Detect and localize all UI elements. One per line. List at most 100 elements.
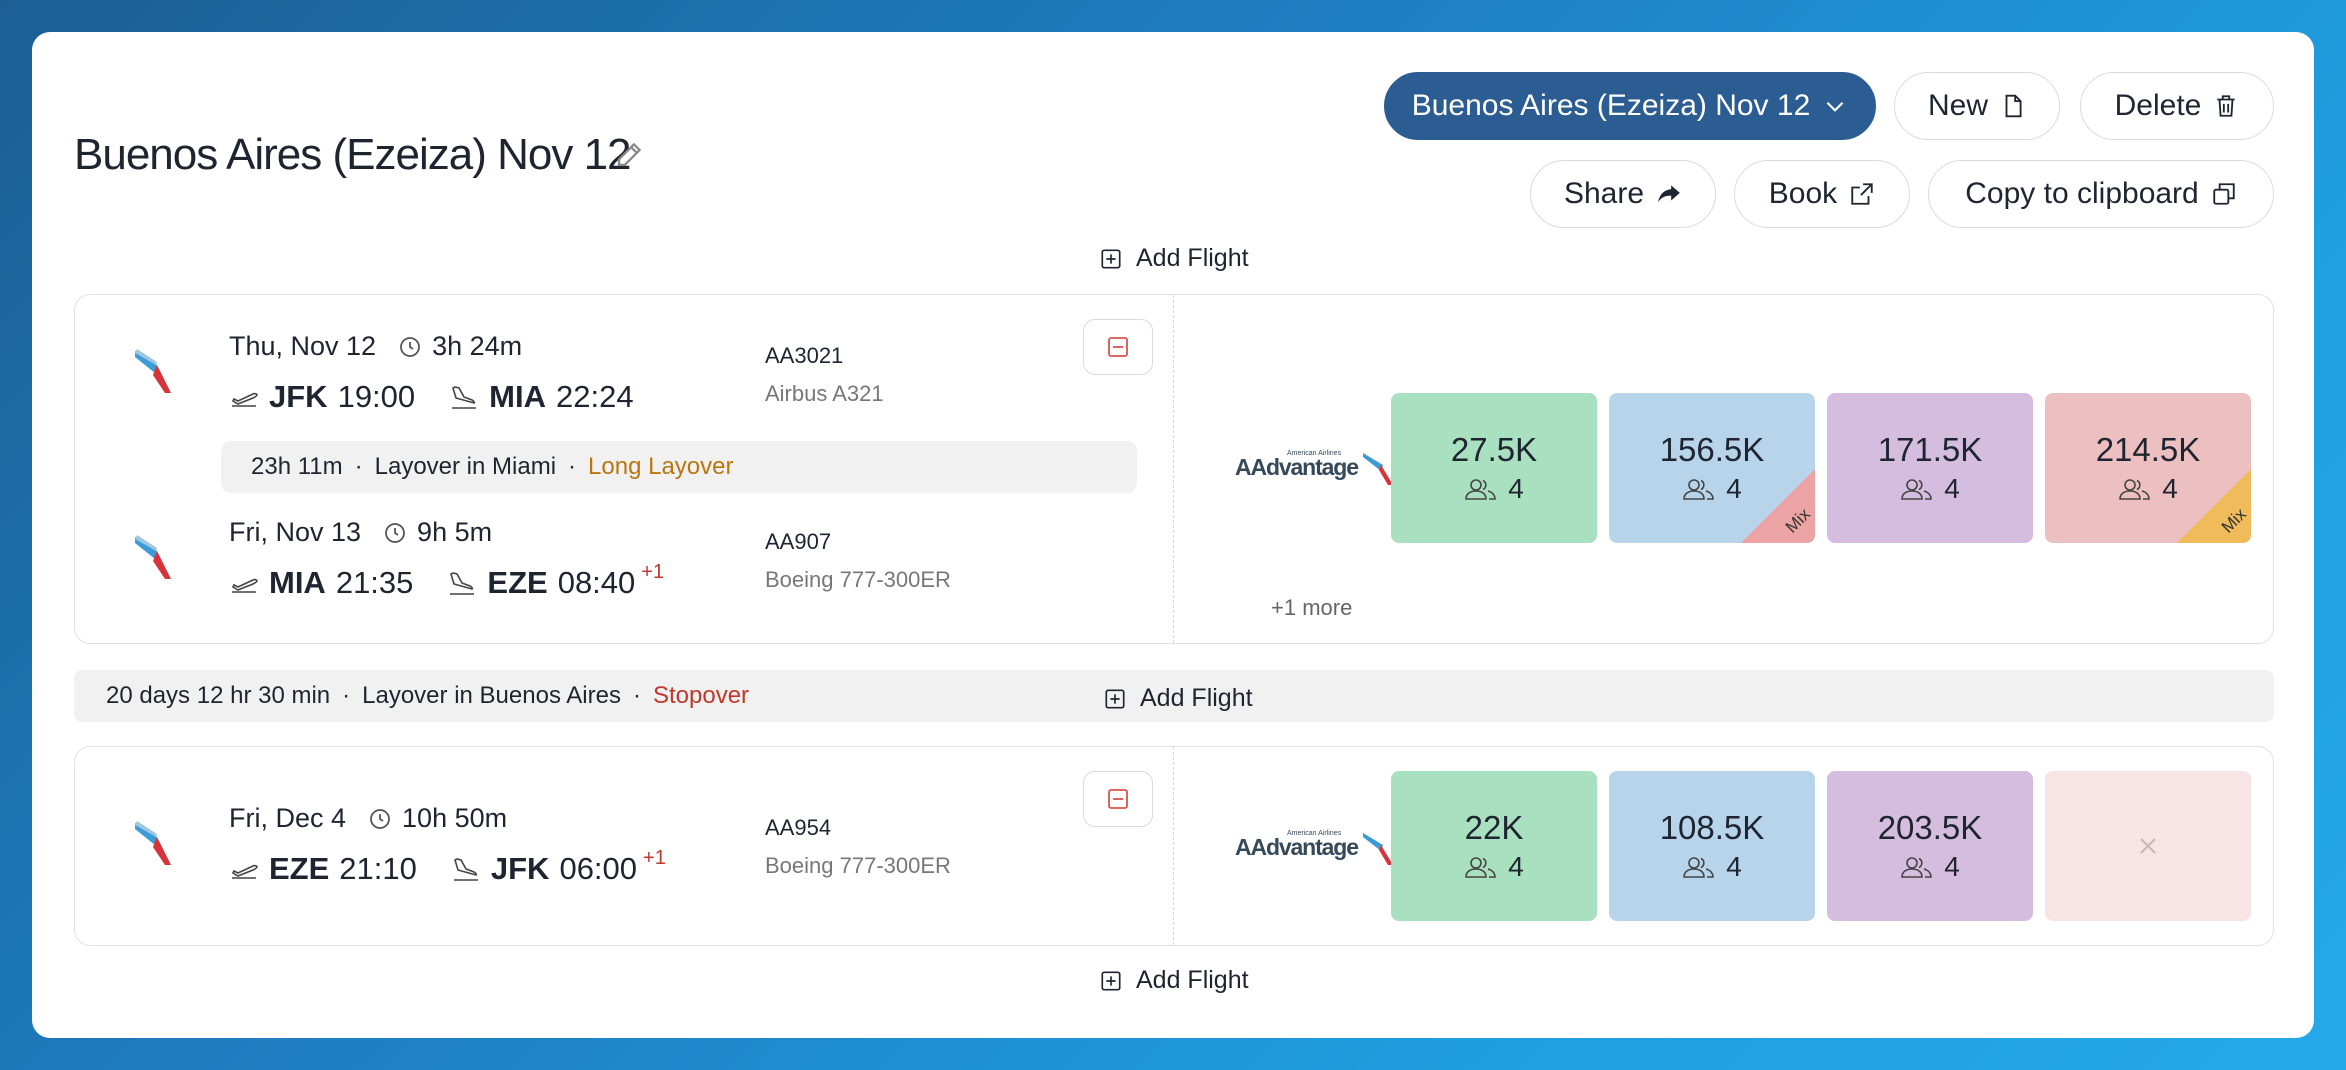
flight-segment-return: Fri, Dec 4 10h 50m EZE 21:10 JFK 06:00 +… (74, 746, 2274, 946)
separator-dot: · (568, 453, 577, 480)
arrival-time: 22:24 (555, 379, 634, 414)
people-icon (1465, 857, 1497, 878)
minus-square-icon (1108, 789, 1128, 809)
award-tile[interactable]: 22K 4 (1391, 771, 1597, 921)
leg-duration: 10h 50m (368, 803, 507, 834)
award-tile[interactable]: 156.5K 4 Mix (1609, 393, 1815, 543)
seat-count: 4 (1944, 851, 1960, 882)
aircraft-type: Boeing 777-300ER (765, 567, 951, 592)
leg-1-date-row: Thu, Nov 12 3h 24m (229, 331, 522, 362)
destination-code: EZE (487, 565, 548, 600)
origin-code: EZE (269, 851, 330, 886)
separator-dot: · (354, 453, 363, 480)
award-seats: 4 (1900, 851, 1960, 883)
award-tile[interactable]: 108.5K 4 (1609, 771, 1815, 921)
people-icon (1683, 857, 1715, 878)
leg-date-row: Fri, Dec 4 10h 50m (229, 803, 507, 834)
departure-time: 21:10 (339, 851, 417, 886)
new-button[interactable]: New (1894, 72, 2060, 140)
flight-segment-outbound: Thu, Nov 12 3h 24m JFK 19:00 MIA 22:24 A… (74, 294, 2274, 644)
trip-card: Buenos Aires (Ezeiza) Nov 12 Buenos Aire… (32, 32, 2314, 1038)
leg-date: Thu, Nov 12 (229, 331, 377, 361)
segment-divider (1173, 295, 1174, 643)
origin-code: MIA (269, 565, 326, 600)
flight-number: AA3021 (765, 343, 844, 368)
trash-icon (2217, 95, 2236, 117)
book-button-label: Book (1768, 177, 1838, 210)
stopover-place: Layover in Buenos Aires (362, 682, 621, 709)
landing-icon (453, 858, 478, 881)
remove-segment-button[interactable] (1083, 319, 1153, 375)
seat-count: 4 (2162, 473, 2178, 504)
award-tile[interactable]: 171.5K 4 (1827, 393, 2033, 543)
award-points: 108.5K (1659, 809, 1765, 846)
destination-code: JFK (490, 851, 550, 886)
award-seats: 4 (1464, 851, 1524, 883)
award-tile[interactable]: 27.5K 4 (1391, 393, 1597, 543)
share-button-label: Share (1563, 177, 1645, 210)
award-points: 22K (1464, 809, 1524, 846)
separator-dot: · (342, 682, 351, 709)
takeoff-icon (231, 864, 258, 879)
airline-logo-icon (135, 535, 171, 579)
leg-duration-text: 9h 5m (417, 517, 493, 547)
copy-icon (2213, 183, 2235, 205)
more-awards-link[interactable]: +1 more (1271, 595, 1352, 621)
award-points: 171.5K (1877, 431, 1983, 468)
airline-logo-icon (135, 821, 171, 865)
award-tile[interactable]: 203.5K 4 (1827, 771, 2033, 921)
stopover-badge: Stopover (652, 682, 750, 709)
leg-duration-text: 3h 24m (432, 331, 523, 361)
pencil-icon[interactable] (612, 138, 646, 172)
copy-to-clipboard-button[interactable]: Copy to clipboard (1928, 160, 2274, 228)
plus-square-icon (1105, 688, 1125, 709)
clock-icon (385, 522, 405, 543)
award-points: 203.5K (1877, 809, 1983, 846)
plus-square-icon (1101, 970, 1121, 991)
seat-count: 4 (1726, 473, 1742, 504)
people-icon (1465, 479, 1497, 500)
seat-count: 4 (1726, 851, 1742, 882)
leg-route: EZE 21:10 JFK 06:00 +1 (229, 847, 666, 887)
plus-square-icon (1101, 248, 1121, 269)
share-arrow-icon (1658, 185, 1680, 203)
award-tile-unavailable (2045, 771, 2251, 921)
airline-logo-icon (135, 349, 171, 393)
layover-duration: 23h 11m (251, 453, 343, 480)
destination-code: MIA (489, 379, 546, 414)
minus-square-icon (1108, 337, 1128, 357)
leg-1-route: JFK 19:00 MIA 22:24 (229, 379, 634, 415)
seat-count: 4 (1508, 473, 1524, 504)
trip-select-dropdown[interactable]: Buenos Aires (Ezeiza) Nov 12 (1384, 72, 1876, 140)
arrival-time: 06:00 (559, 851, 638, 886)
add-flight-middle-button[interactable]: Add Flight (1104, 684, 1253, 713)
share-button[interactable]: Share (1530, 160, 1716, 228)
award-points: 27.5K (1450, 431, 1538, 468)
add-flight-top-button[interactable]: Add Flight (1100, 244, 1249, 273)
long-layover-warning: Long Layover (588, 453, 734, 480)
external-link-icon (1851, 183, 1873, 205)
award-tile[interactable]: 214.5K 4 Mix (2045, 393, 2251, 543)
seat-count: 4 (1944, 473, 1960, 504)
aadvantage-logo-icon: American Airlines AAdvantage (1235, 830, 1393, 865)
departure-time: 19:00 (337, 379, 416, 414)
arrival-time: 08:40 (557, 565, 636, 600)
add-flight-bottom-button[interactable]: Add Flight (1100, 966, 1249, 995)
award-points: 214.5K (2095, 431, 2201, 468)
people-icon (2119, 479, 2151, 500)
delete-button[interactable]: Delete (2080, 72, 2274, 140)
copy-button-label: Copy to clipboard (1965, 177, 2199, 210)
leg-duration-text: 10h 50m (402, 803, 508, 833)
remove-segment-button[interactable] (1083, 771, 1153, 827)
layover-bar: 23h 11m · Layover in Miami · Long Layove… (221, 441, 1137, 493)
takeoff-icon (231, 392, 258, 407)
aadvantage-logo-icon: American Airlines AAdvantage (1235, 450, 1393, 485)
file-icon (2005, 94, 2022, 118)
add-flight-label: Add Flight (1140, 684, 1253, 712)
award-seats: 4 (1682, 851, 1742, 883)
svg-text:AAdvantage: AAdvantage (1235, 834, 1359, 860)
award-seats: 4 (1682, 473, 1742, 505)
award-tiles: 22K 4 108.5K 4 203.5K 4 (1391, 771, 2251, 921)
people-icon (1683, 479, 1715, 500)
book-button[interactable]: Book (1734, 160, 1910, 228)
